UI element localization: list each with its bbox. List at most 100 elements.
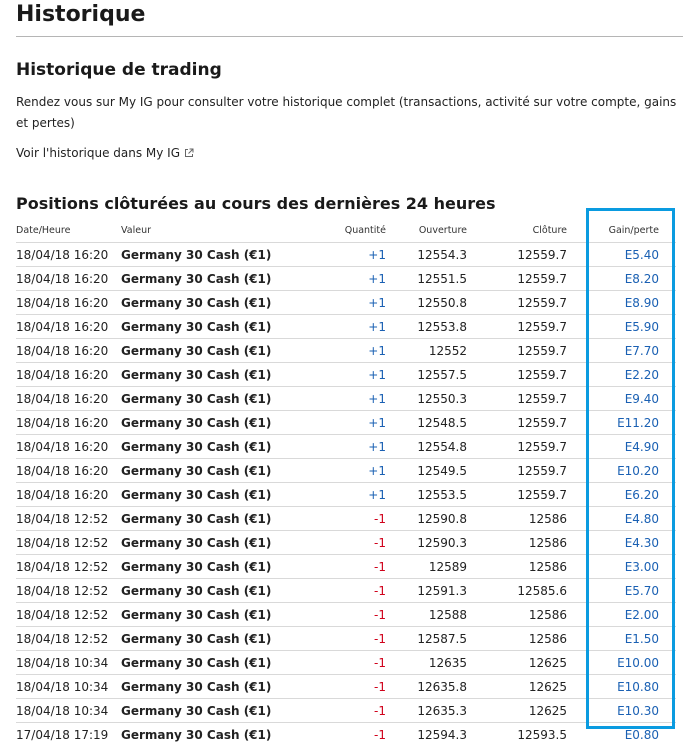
cell-market: Germany 30 Cash (€1)	[121, 727, 272, 742]
table-row: 18/04/18 16:20 Germany 30 Cash (€1) +1 1255…	[16, 386, 676, 411]
cell-market: Germany 30 Cash (€1)	[121, 434, 333, 459]
table-row: 18/04/18 16:20 Germany 30 Cash (€1) +1 1255…	[16, 266, 676, 291]
cell-date: 18/04/18 16:20	[16, 242, 121, 267]
cell-quantity: -1	[333, 578, 386, 603]
table-row: 18/04/18 16:20 Germany 30 Cash (€1) +1 1255…	[16, 482, 676, 507]
cell-profit-loss: E6.20	[567, 482, 676, 507]
cell-quantity: -1	[374, 727, 386, 742]
cell-date: 18/04/18 16:20	[16, 362, 121, 387]
cell-date: 18/04/18 16:20	[16, 314, 121, 339]
cell-market: Germany 30 Cash (€1)	[121, 338, 333, 363]
cell-date: 18/04/18 16:20	[16, 338, 121, 363]
table-row: 18/04/18 16:20 Germany 30 Cash (€1) +1 1255…	[16, 338, 676, 363]
cell-date: 18/04/18 12:52	[16, 530, 121, 555]
cell-market: Germany 30 Cash (€1)	[121, 386, 333, 411]
table-row: 18/04/18 12:52 Germany 30 Cash (€1) -1 1258…	[16, 626, 676, 651]
cell-close: 12559.7	[467, 338, 567, 363]
cell-quantity: -1	[333, 506, 386, 531]
closed-positions-table: Date/Heure Valeur Quantité Ouverture Clô…	[16, 218, 676, 746]
table-row: 18/04/18 12:52 Germany 30 Cash (€1) -1 1259…	[16, 506, 676, 531]
cell-close: 12625	[467, 698, 567, 723]
cell-open: 12588	[386, 602, 467, 627]
cell-date: 18/04/18 12:52	[16, 554, 121, 579]
cell-profit-loss: E4.80	[567, 506, 676, 531]
cell-close: 12559.7	[467, 482, 567, 507]
cell-quantity: +1	[333, 266, 386, 291]
cell-profit-loss: E9.40	[567, 386, 676, 411]
cell-date: 18/04/18 12:52	[16, 626, 121, 651]
cell-close: 12559.7	[467, 386, 567, 411]
cell-quantity: -1	[333, 626, 386, 651]
cell-open: 12550.3	[386, 386, 467, 411]
trading-history-description: Rendez vous sur My IG pour consulter vot…	[16, 95, 677, 130]
cell-quantity: -1	[333, 698, 386, 723]
cell-profit-loss: E0.80	[624, 727, 659, 742]
view-history-link[interactable]: Voir l'historique dans My IG	[16, 143, 194, 163]
cell-open: 12552	[386, 338, 467, 363]
cell-close: 12593.5	[517, 727, 567, 742]
cell-close: 12586	[467, 506, 567, 531]
cell-date: 18/04/18 16:20	[16, 266, 121, 291]
cell-market: Germany 30 Cash (€1)	[121, 626, 333, 651]
cell-close: 12559.7	[467, 458, 567, 483]
cell-open: 12590.3	[386, 530, 467, 555]
cell-market: Germany 30 Cash (€1)	[121, 458, 333, 483]
table-row: 18/04/18 16:20 Germany 30 Cash (€1) +1 1255…	[16, 242, 676, 267]
cell-profit-loss: E10.20	[567, 458, 676, 483]
cell-quantity: +1	[333, 362, 386, 387]
table-row: 18/04/18 12:52 Germany 30 Cash (€1) -1 1258…	[16, 602, 676, 627]
cell-open: 12635.8	[386, 674, 467, 699]
cell-open: 12590.8	[386, 506, 467, 531]
cell-date: 18/04/18 16:20	[16, 458, 121, 483]
table-row: 18/04/18 16:20 Germany 30 Cash (€1) +1 1255…	[16, 362, 676, 387]
cell-open: 12549.5	[386, 458, 467, 483]
cell-open: 12587.5	[386, 626, 467, 651]
cell-open: 12589	[386, 554, 467, 579]
cell-profit-loss: E10.00	[567, 650, 676, 675]
cell-close: 12559.7	[467, 242, 567, 267]
cell-profit-loss: E8.20	[567, 266, 676, 291]
cell-market: Germany 30 Cash (€1)	[121, 410, 333, 435]
cell-market: Germany 30 Cash (€1)	[121, 482, 333, 507]
cell-profit-loss: E5.90	[567, 314, 676, 339]
cell-date: 18/04/18 12:52	[16, 578, 121, 603]
cell-open: 12635.3	[386, 698, 467, 723]
trading-history-title: Historique de trading	[16, 60, 222, 80]
table-row: 18/04/18 10:34 Germany 30 Cash (€1) -1 1263…	[16, 698, 676, 723]
cell-profit-loss: E2.20	[567, 362, 676, 387]
cell-market: Germany 30 Cash (€1)	[121, 578, 333, 603]
column-header-market: Valeur	[121, 218, 333, 243]
cell-market: Germany 30 Cash (€1)	[121, 554, 333, 579]
cell-quantity: +1	[333, 242, 386, 267]
cell-market: Germany 30 Cash (€1)	[121, 266, 333, 291]
cell-open: 12557.5	[386, 362, 467, 387]
cell-market: Germany 30 Cash (€1)	[121, 650, 333, 675]
cell-market: Germany 30 Cash (€1)	[121, 362, 333, 387]
cell-date: 18/04/18 16:20	[16, 410, 121, 435]
cell-date: 18/04/18 16:20	[16, 482, 121, 507]
cell-date: 18/04/18 12:52	[16, 506, 121, 531]
cell-profit-loss: E2.00	[567, 602, 676, 627]
cell-market: Germany 30 Cash (€1)	[121, 242, 333, 267]
cell-profit-loss: E1.50	[567, 626, 676, 651]
cell-market: Germany 30 Cash (€1)	[121, 602, 333, 627]
cell-date: 18/04/18 16:20	[16, 290, 121, 315]
cell-profit-loss: E7.70	[567, 338, 676, 363]
cell-open: 12553.5	[386, 482, 467, 507]
cell-open: 12635	[386, 650, 467, 675]
cell-open: 12548.5	[386, 410, 467, 435]
cell-profit-loss: E8.90	[567, 290, 676, 315]
cell-close: 12585.6	[467, 578, 567, 603]
cell-quantity: -1	[333, 602, 386, 627]
cell-date: 18/04/18 10:34	[16, 698, 121, 723]
cell-market: Germany 30 Cash (€1)	[121, 698, 333, 723]
column-header-close: Clôture	[467, 218, 567, 243]
cell-date: 18/04/18 16:20	[16, 434, 121, 459]
closed-positions-title: Positions clôturées au cours des dernièr…	[16, 194, 496, 213]
cell-close: 12559.7	[467, 290, 567, 315]
page-title: Historique	[16, 2, 146, 27]
table-row: 18/04/18 10:34 Germany 30 Cash (€1) -1 1263…	[16, 674, 676, 699]
table-row: 18/04/18 16:20 Germany 30 Cash (€1) +1 1254…	[16, 410, 676, 435]
column-header-quantity: Quantité	[333, 218, 386, 243]
cell-quantity: +1	[333, 410, 386, 435]
